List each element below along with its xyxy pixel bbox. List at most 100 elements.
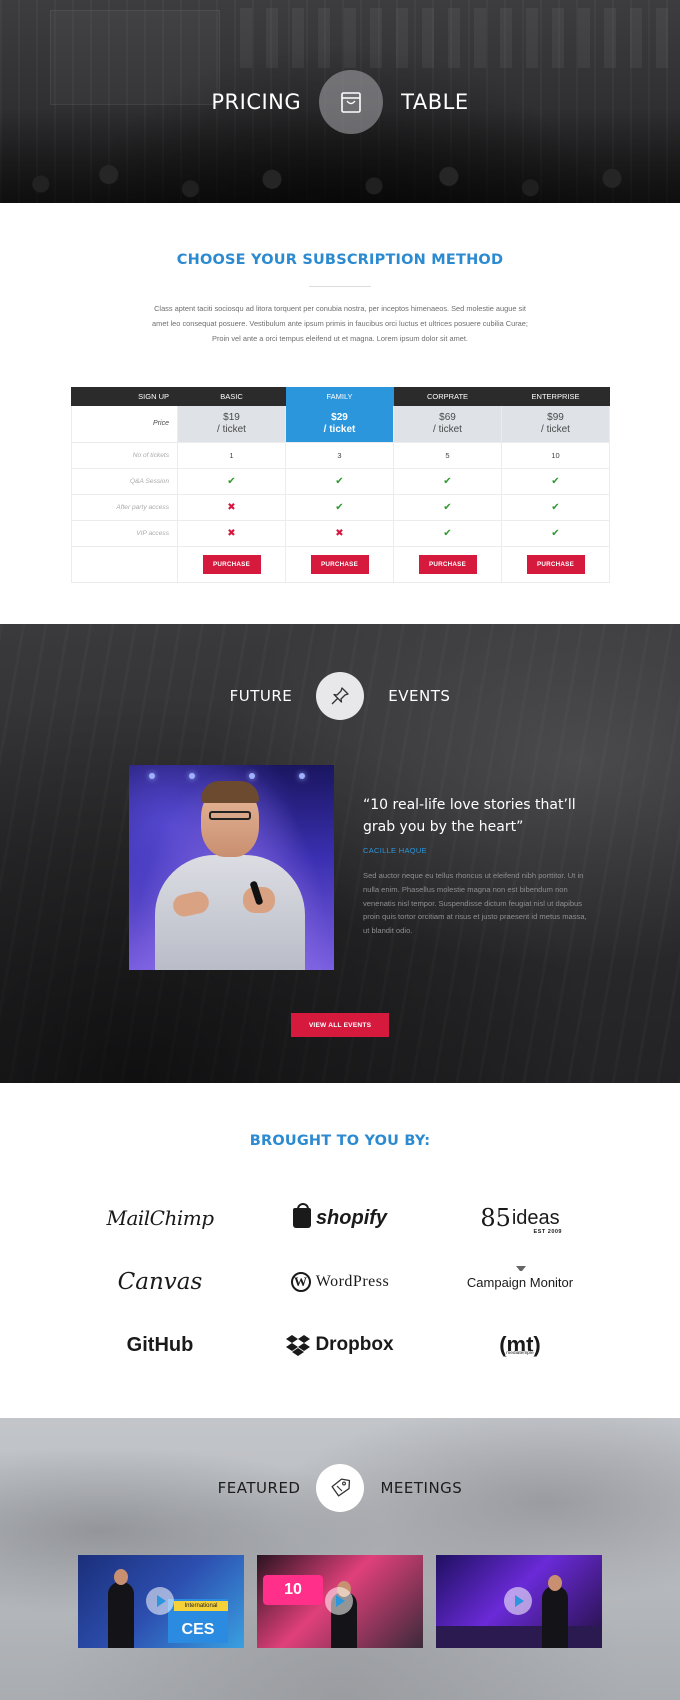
presenter-silhouette [542, 1586, 568, 1648]
price-row: Price $19 / ticket $29 / ticket $69 / ti… [71, 406, 610, 443]
vip-row: VIP access ✖ ✖ ✔ ✔ [71, 521, 610, 547]
purchase-row: PURCHASE PURCHASE PURCHASE PURCHASE [71, 547, 610, 583]
presenter-head [548, 1575, 562, 1591]
pricing-header-row: SIGN UP BASIC FAMILY CORPRATE ENTERPRISE [71, 387, 610, 406]
feature-cell: ✔ [394, 521, 502, 547]
mediatemple-subtitle: mediatemple [505, 1351, 535, 1356]
event-author[interactable]: CACILLE HAQUE [363, 846, 427, 855]
heading-divider [309, 286, 371, 287]
feature-cell: ✔ [502, 469, 610, 495]
meetings-title: FEATURED MEETINGS [0, 1464, 680, 1512]
tickets-family: 3 [286, 443, 394, 469]
price-tag-icon [331, 1478, 351, 1497]
feature-cell: ✔ [502, 521, 610, 547]
check-icon: ✔ [443, 476, 452, 487]
events-icon-circle [316, 672, 365, 720]
stage-light [189, 773, 195, 779]
85ideas-number: 85 [480, 1204, 511, 1232]
wordpress-icon: W [290, 1272, 311, 1292]
presenter-head [114, 1569, 128, 1585]
plan-name-family: FAMILY [286, 387, 394, 406]
purchase-cell: PURCHASE [502, 547, 610, 583]
play-icon[interactable] [504, 1587, 532, 1615]
events-title-left: FUTURE [229, 687, 293, 705]
canvas-logo[interactable]: Canvas [80, 1264, 240, 1300]
qa-row: Q&A Session ✔ ✔ ✔ ✔ [71, 469, 610, 495]
feature-cell: ✖ [286, 521, 394, 547]
feature-cell: ✔ [394, 469, 502, 495]
github-wordmark: GitHub [126, 1333, 194, 1356]
price-value: $29 [331, 412, 348, 423]
hero-title-left: PRICING [211, 90, 302, 114]
after-party-label: After party access [71, 495, 178, 521]
meetings-section: FEATURED MEETINGS CES International 10 [0, 1418, 680, 1700]
meeting-video-thumbnail[interactable]: 10 [257, 1555, 423, 1648]
meeting-video-thumbnail[interactable]: CES International [78, 1555, 244, 1648]
pricing-table: SIGN UP BASIC FAMILY CORPRATE ENTERPRISE… [71, 387, 610, 583]
wordpress-logo[interactable]: W WordPress [260, 1264, 420, 1300]
shopify-bag-icon [292, 1203, 311, 1228]
meetings-title-right: MEETINGS [380, 1479, 463, 1497]
after-party-row: After party access ✖ ✔ ✔ ✔ [71, 495, 610, 521]
mediatemple-mark: (mt) mediatemple [499, 1332, 541, 1358]
check-icon: ✔ [335, 476, 344, 487]
play-icon[interactable] [325, 1587, 353, 1615]
feature-cell: ✖ [178, 495, 286, 521]
cross-icon: ✖ [227, 528, 236, 539]
feature-cell: ✔ [394, 495, 502, 521]
tickets-enterprise: 10 [502, 443, 610, 469]
price-value: $19 [223, 412, 240, 423]
price-suffix: / ticket [217, 424, 246, 435]
mailchimp-logo[interactable]: MailChimp [80, 1200, 240, 1236]
purchase-button-family[interactable]: PURCHASE [310, 555, 369, 574]
purchase-button-corporate[interactable]: PURCHASE [418, 555, 477, 574]
purchase-button-basic[interactable]: PURCHASE [202, 555, 261, 574]
85ideas-logo[interactable]: 85 ideas EST 2009 [440, 1200, 600, 1236]
price-basic: $19 / ticket [178, 406, 286, 443]
price-family: $29 / ticket [286, 406, 394, 443]
hero-background-windows [240, 8, 680, 68]
price-value: $69 [439, 412, 456, 423]
check-icon: ✔ [335, 502, 344, 513]
speaker-photo [129, 765, 334, 970]
dropbox-icon [286, 1335, 311, 1356]
sponsors-heading: BROUGHT TO YOU BY: [249, 1133, 431, 1149]
canvas-wordmark: Canvas [117, 1269, 203, 1295]
wordpress-wordmark: WordPress [315, 1273, 390, 1290]
purchase-button-enterprise[interactable]: PURCHASE [526, 555, 585, 574]
tickets-label: No of tickets [71, 443, 178, 469]
feature-cell: ✔ [178, 469, 286, 495]
meeting-video-thumbnail[interactable] [436, 1555, 602, 1648]
github-logo[interactable]: GitHub [80, 1327, 240, 1363]
meetings-icon-circle [316, 1464, 365, 1512]
pricing-heading: CHOOSE YOUR SUBSCRIPTION METHOD [176, 252, 504, 268]
stage-platform [436, 1626, 602, 1648]
campaign-monitor-icon [516, 1266, 526, 1272]
cross-icon: ✖ [227, 502, 236, 513]
events-title: FUTURE EVENTS [0, 672, 680, 720]
price-corporate: $69 / ticket [394, 406, 502, 443]
play-icon[interactable] [146, 1587, 174, 1615]
campaign-monitor-logo[interactable]: Campaign Monitor [440, 1264, 600, 1300]
campaign-monitor-wordmark: Campaign Monitor [466, 1274, 574, 1290]
tickets-row: No of tickets 1 3 5 10 [71, 443, 610, 469]
shopify-logo[interactable]: shopify [260, 1200, 420, 1236]
price-suffix: / ticket [541, 424, 570, 435]
speaker-hair [201, 781, 259, 803]
feature-cell: ✔ [286, 495, 394, 521]
mediatemple-logo[interactable]: (mt) mediatemple [440, 1327, 600, 1363]
85ideas-established: EST 2009 [533, 1229, 562, 1235]
dropbox-logo[interactable]: Dropbox [260, 1327, 420, 1363]
ces-badge-top: International [174, 1601, 228, 1611]
qa-label: Q&A Session [71, 469, 178, 495]
shopify-wordmark: shopify [315, 1206, 388, 1229]
stage-light [249, 773, 255, 779]
view-all-events-button[interactable]: VIEW ALL EVENTS [291, 1013, 389, 1037]
meetings-title-left: FEATURED [217, 1479, 301, 1497]
tickets-basic: 1 [178, 443, 286, 469]
event-quote: “10 real-life love stories that’ll grab … [363, 797, 576, 835]
plan-name-enterprise: ENTERPRISE [502, 387, 610, 406]
check-icon: ✔ [551, 502, 560, 513]
check-icon: ✔ [443, 502, 452, 513]
plan-name-corporate: CORPRATE [394, 387, 502, 406]
